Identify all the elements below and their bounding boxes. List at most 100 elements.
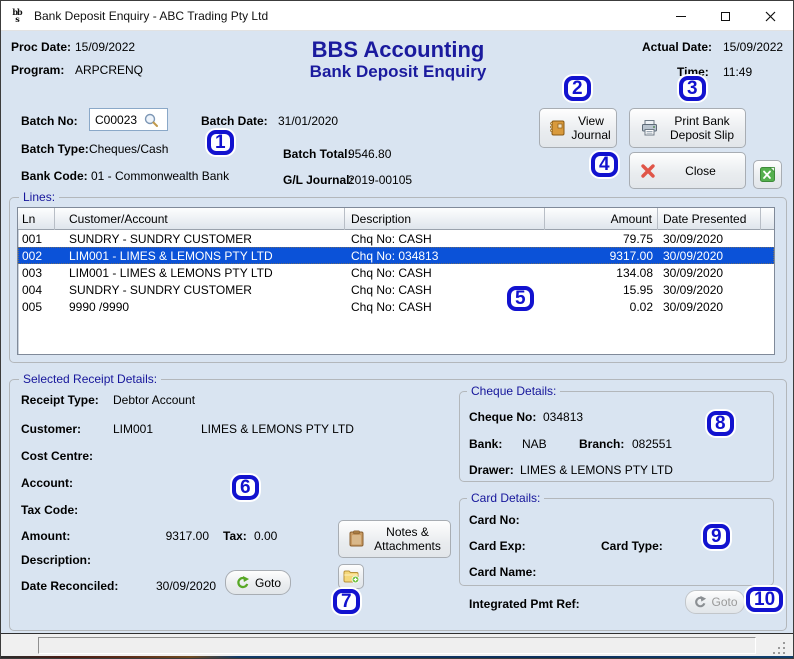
card-name-label: Card Name:	[469, 565, 537, 579]
gl-journal-value: 2019-00105	[348, 173, 413, 187]
program-label: Program:	[11, 63, 65, 77]
column-header-amount[interactable]: Amount	[545, 208, 658, 230]
goto-disabled-label: Goto	[711, 595, 738, 609]
batch-no-label: Batch No:	[21, 114, 78, 128]
app-window: bb s Bank Deposit Enquiry - ABC Trading …	[0, 0, 794, 659]
cell-ln: 001	[22, 231, 43, 246]
batch-date-label: Batch Date:	[201, 114, 268, 128]
goto-arrow-icon	[235, 575, 250, 590]
receipt-details-group-label: Selected Receipt Details:	[19, 372, 162, 386]
batch-type-value: Cheques/Cash	[89, 142, 169, 156]
minimize-button[interactable]	[658, 1, 703, 31]
batch-no-input[interactable]	[90, 112, 142, 127]
lines-group-label: Lines:	[19, 190, 60, 204]
customer-code-value: LIM001	[113, 422, 154, 436]
screen-title: Bank Deposit Enquiry	[309, 62, 487, 81]
callout-6: 6	[232, 475, 259, 500]
status-panel	[38, 637, 756, 654]
cheque-no-label: Cheque No:	[469, 410, 537, 424]
receipt-type-label: Receipt Type:	[21, 393, 99, 407]
notes-attachments-button[interactable]: Notes & Attachments	[338, 520, 451, 558]
close-window-button[interactable]	[748, 1, 793, 31]
table-row[interactable]: 003 LIM001 - LIMES & LEMONS PTY LTD Chq …	[18, 264, 774, 281]
notes-attachments-label: Notes & Attachments	[374, 525, 441, 553]
excel-icon	[759, 166, 776, 183]
callout-1: 1	[207, 130, 234, 155]
cell-amount: 134.08	[616, 265, 653, 280]
resize-grip[interactable]	[773, 642, 787, 655]
goto-reconciled-button[interactable]: Goto	[225, 570, 291, 595]
app-logo-bottom: s	[15, 13, 19, 24]
status-bar	[1, 633, 793, 656]
card-exp-label: Card Exp:	[469, 539, 526, 553]
callout-3: 3	[679, 76, 706, 101]
receipt-type-value: Debtor Account	[113, 393, 196, 407]
column-header-date-presented[interactable]: Date Presented	[658, 208, 761, 230]
tax-code-label: Tax Code:	[21, 503, 79, 517]
print-deposit-slip-button[interactable]: Print Bank Deposit Slip	[629, 108, 746, 148]
gl-journal-label: G/L Journal:	[283, 173, 354, 187]
column-header-customer[interactable]: Customer/Account	[55, 208, 345, 230]
table-row[interactable]: 001 SUNDRY - SUNDRY CUSTOMER Chq No: CAS…	[18, 230, 774, 247]
app-title: BBS Accounting	[311, 37, 485, 62]
bank-label: Bank:	[469, 437, 503, 451]
cell-description: Chq No: CASH	[351, 265, 432, 280]
cell-ln: 005	[22, 299, 43, 314]
app-icon: bb s	[8, 7, 26, 25]
close-button[interactable]: Close	[629, 152, 746, 189]
cell-amount: 0.02	[629, 299, 653, 314]
proc-date-value: 15/09/2022	[75, 40, 136, 54]
column-header-description[interactable]: Description	[345, 208, 545, 230]
goto-disabled-arrow-icon	[693, 595, 707, 609]
integrated-pmt-ref-label: Integrated Pmt Ref:	[469, 597, 580, 611]
lines-table[interactable]: Ln Customer/Account Description Amount D…	[17, 207, 775, 355]
view-journal-button[interactable]: View Journal	[539, 108, 617, 148]
cell-customer: LIM001 - LIMES & LEMONS PTY LTD	[69, 265, 273, 280]
customer-label: Customer:	[21, 422, 82, 436]
card-type-label: Card Type:	[601, 539, 663, 553]
table-row[interactable]: 005 9990 /9990 Chq No: CASH 0.02 30/09/2…	[18, 298, 774, 315]
minimize-icon	[675, 15, 686, 17]
goto-integrated-button[interactable]: Goto	[685, 590, 745, 614]
branch-label: Branch:	[579, 437, 625, 451]
cell-date-presented: 30/09/2020	[663, 265, 724, 280]
description-label: Description:	[21, 553, 92, 567]
branch-value: 082551	[632, 437, 673, 451]
batch-date-value: 31/01/2020	[278, 114, 339, 128]
table-row[interactable]: 004 SUNDRY - SUNDRY CUSTOMER Chq No: CAS…	[18, 281, 774, 298]
account-label: Account:	[21, 476, 73, 490]
drawer-label: Drawer:	[469, 463, 514, 477]
batch-total-value: 9546.80	[348, 147, 392, 161]
journal-icon	[548, 119, 566, 137]
batch-no-field[interactable]	[89, 108, 168, 131]
cell-date-presented: 30/09/2020	[663, 248, 724, 263]
callout-10: 10	[746, 587, 784, 612]
cell-date-presented: 30/09/2020	[663, 231, 724, 246]
title-bar: bb s Bank Deposit Enquiry - ABC Trading …	[1, 1, 793, 31]
bank-code-value: 01 - Commonwealth Bank	[91, 169, 230, 183]
maximize-button[interactable]	[703, 1, 748, 31]
red-x-icon	[640, 163, 656, 179]
callout-4: 4	[591, 152, 618, 177]
cell-customer: 9990 /9990	[69, 299, 130, 314]
actual-date-label: Actual Date:	[642, 40, 713, 54]
cell-customer: SUNDRY - SUNDRY CUSTOMER	[69, 231, 252, 246]
export-excel-button[interactable]	[753, 160, 782, 189]
drawer-value: LIMES & LEMONS PTY LTD	[520, 463, 673, 477]
tax-value: 0.00	[254, 529, 278, 543]
printer-icon	[640, 119, 659, 137]
add-attachment-button[interactable]	[338, 564, 364, 589]
callout-2: 2	[564, 76, 591, 101]
cost-centre-label: Cost Centre:	[21, 449, 94, 463]
cell-description: Chq No: 034813	[351, 248, 439, 263]
callout-9: 9	[703, 524, 730, 549]
table-row-selected[interactable]: 002 LIM001 - LIMES & LEMONS PTY LTD Chq …	[18, 247, 774, 264]
bank-code-label: Bank Code:	[21, 169, 88, 183]
search-icon[interactable]	[142, 111, 160, 129]
column-header-filler	[761, 208, 774, 230]
cell-ln: 004	[22, 282, 43, 297]
goto-label: Goto	[254, 575, 281, 590]
cheque-details-group-label: Cheque Details:	[467, 384, 561, 398]
column-header-ln[interactable]: Ln	[18, 208, 55, 230]
proc-date-label: Proc Date:	[11, 40, 72, 54]
